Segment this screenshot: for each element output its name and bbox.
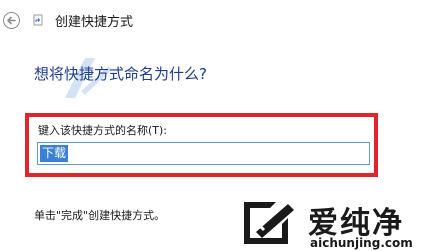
shortcut-name-label: 键入该快捷方式的名称(T): [38, 124, 168, 137]
back-button[interactable] [3, 12, 20, 29]
shortcut-name-value: 下载 [40, 145, 69, 162]
window-title: 创建快捷方式 [55, 15, 134, 30]
aichunjing-logo-icon [244, 202, 294, 244]
back-arrow-icon [7, 16, 16, 25]
finish-hint-text: 单击"完成"创建快捷方式。 [34, 209, 166, 222]
brand-watermark: 爱纯净 aichunjing.com [232, 198, 432, 251]
page-heading: 想将快捷方式命名为什么? [34, 65, 207, 83]
shortcut-wizard-icon [33, 14, 43, 26]
shortcut-name-input[interactable]: 下载 [37, 142, 370, 165]
brand-url: aichunjing.com [310, 236, 413, 250]
title-bar: 创建快捷方式 [0, 0, 434, 40]
